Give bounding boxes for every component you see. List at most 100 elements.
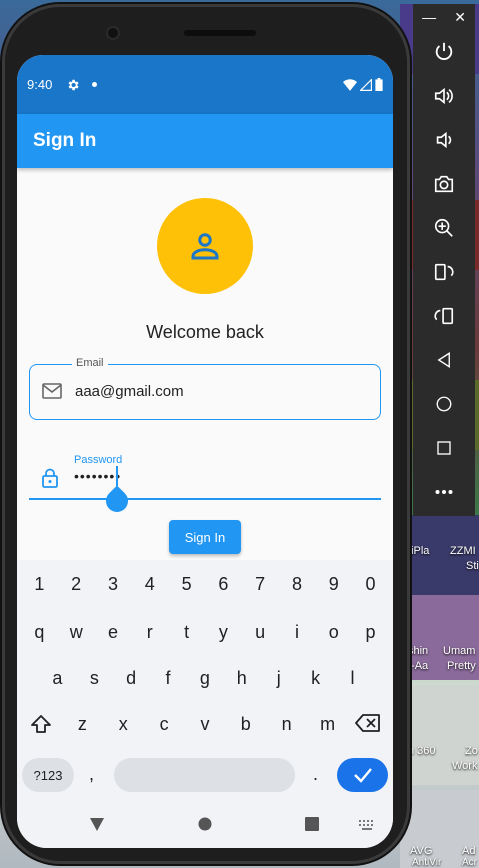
key[interactable]: o: [317, 622, 351, 643]
key[interactable]: f: [151, 668, 185, 689]
lock-icon: [42, 468, 58, 488]
close-icon[interactable]: ✕: [454, 9, 466, 26]
volume-up-button[interactable]: [413, 74, 475, 118]
key[interactable]: g: [188, 668, 222, 689]
key[interactable]: r: [133, 622, 167, 643]
toolbar-window-controls: — ✕: [413, 4, 475, 30]
checkmark-icon: [353, 768, 372, 783]
email-field[interactable]: Email aaa@gmail.com: [29, 357, 381, 420]
keyboard-row-1: q w e r t y u i o p: [17, 622, 393, 643]
back-button[interactable]: [413, 338, 475, 382]
key[interactable]: m: [311, 714, 345, 739]
comma-key[interactable]: ,: [89, 764, 94, 785]
key[interactable]: j: [262, 668, 296, 689]
text-cursor: [116, 466, 118, 486]
space-key[interactable]: [114, 758, 295, 792]
key[interactable]: x: [106, 714, 140, 739]
desktop-label: tiPla: [408, 545, 430, 557]
key[interactable]: h: [225, 668, 259, 689]
key[interactable]: q: [22, 622, 56, 643]
back-icon: [437, 352, 450, 368]
desktop-label: Ad: [462, 845, 476, 857]
volume-down-button[interactable]: [413, 118, 475, 162]
more-button[interactable]: [413, 470, 475, 514]
period-key[interactable]: .: [313, 764, 318, 785]
backspace-key[interactable]: [351, 714, 385, 739]
key[interactable]: v: [188, 714, 222, 739]
key[interactable]: 7: [243, 574, 277, 595]
soft-keyboard: 1 2 3 4 5 6 7 8 9 0 q w e r t y u i o p …: [17, 560, 393, 848]
key[interactable]: 3: [96, 574, 130, 595]
key[interactable]: p: [354, 622, 388, 643]
back-triangle-icon[interactable]: [89, 816, 105, 832]
notification-dot-icon: [92, 82, 98, 87]
zoom-in-icon: [434, 218, 453, 237]
avatar: [157, 198, 253, 294]
person-icon: [191, 233, 219, 260]
enter-key[interactable]: [337, 758, 388, 792]
mail-icon: [42, 383, 62, 399]
key[interactable]: y: [206, 622, 240, 643]
key[interactable]: e: [96, 622, 130, 643]
cell-signal-icon: [360, 78, 372, 91]
home-circle-icon[interactable]: [198, 817, 212, 831]
key[interactable]: 2: [59, 574, 93, 595]
minimize-icon[interactable]: —: [422, 9, 436, 25]
recents-square-icon[interactable]: [305, 817, 319, 831]
password-underline: [29, 498, 381, 500]
cursor-handle[interactable]: [101, 485, 133, 517]
shift-key[interactable]: [24, 714, 58, 739]
volume-down-icon: [436, 131, 452, 149]
key[interactable]: d: [114, 668, 148, 689]
password-field[interactable]: Password ••••••••: [29, 450, 381, 517]
home-icon: [436, 396, 452, 412]
keyboard-row-2: a s d f g h j k l: [17, 668, 393, 689]
key[interactable]: 9: [317, 574, 351, 595]
keyboard-bottom-row: ?123 , .: [17, 758, 393, 794]
key[interactable]: c: [147, 714, 181, 739]
camera-icon: [434, 175, 454, 193]
key[interactable]: i: [280, 622, 314, 643]
desktop-label: Umam: [443, 645, 476, 657]
email-value: aaa@gmail.com: [75, 383, 184, 400]
rotate-right-icon: [434, 307, 454, 325]
key[interactable]: 6: [206, 574, 240, 595]
rotate-left-button[interactable]: [413, 250, 475, 294]
key[interactable]: l: [335, 668, 369, 689]
overview-button[interactable]: [413, 426, 475, 470]
zoom-button[interactable]: [413, 206, 475, 250]
rotate-right-button[interactable]: [413, 294, 475, 338]
desktop-label: n 360: [408, 745, 436, 757]
desktop-label: Work: [452, 760, 478, 772]
keyboard-switch-icon[interactable]: [359, 820, 375, 830]
key[interactable]: t: [170, 622, 204, 643]
earpiece: [184, 30, 256, 36]
home-button[interactable]: [413, 382, 475, 426]
key[interactable]: 5: [170, 574, 204, 595]
key[interactable]: a: [40, 668, 74, 689]
key[interactable]: 0: [354, 574, 388, 595]
desktop-label: Zo: [465, 745, 478, 757]
sign-in-form: Welcome back Email aaa@gmail.com Passwor…: [17, 168, 393, 558]
key[interactable]: 8: [280, 574, 314, 595]
key[interactable]: 1: [22, 574, 56, 595]
sign-in-button[interactable]: Sign In: [169, 520, 241, 554]
overview-icon: [437, 441, 451, 455]
wifi-icon: [343, 78, 357, 91]
shift-arrow-icon: [31, 715, 52, 733]
welcome-heading: Welcome back: [146, 322, 264, 342]
power-button[interactable]: [413, 30, 475, 74]
key[interactable]: w: [59, 622, 93, 643]
key[interactable]: n: [270, 714, 304, 739]
symbols-key[interactable]: ?123: [22, 758, 74, 792]
key[interactable]: k: [299, 668, 333, 689]
key[interactable]: 4: [133, 574, 167, 595]
key[interactable]: u: [243, 622, 277, 643]
system-nav-bar: [17, 812, 393, 842]
key[interactable]: b: [229, 714, 263, 739]
password-label: Password: [74, 454, 123, 466]
volume-up-icon: [434, 87, 453, 105]
key[interactable]: s: [77, 668, 111, 689]
key[interactable]: z: [65, 714, 99, 739]
screenshot-button[interactable]: [413, 162, 475, 206]
